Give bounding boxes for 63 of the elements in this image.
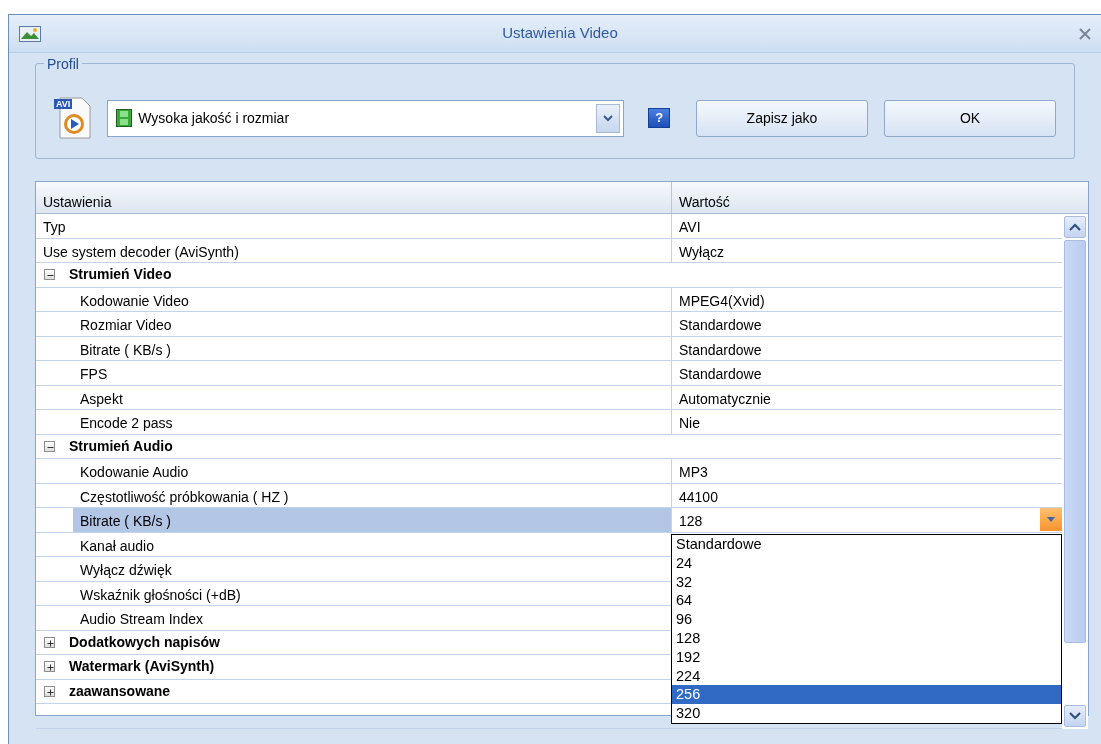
dropdown-option[interactable]: 224	[672, 666, 1061, 686]
profile-dropdown[interactable]: Wysoka jakość i rozmiar	[107, 99, 625, 137]
ok-button[interactable]: OK	[884, 99, 1056, 137]
save-as-button[interactable]: Zapisz jako	[696, 99, 868, 137]
dropdown-option[interactable]: 32	[672, 572, 1061, 592]
chevron-up-icon[interactable]	[1069, 223, 1081, 231]
property-label[interactable]: Use system decoder (AviSynth)	[36, 238, 671, 263]
dropdown-option[interactable]: 192	[672, 647, 1061, 667]
group-label: zaawansowane	[69, 681, 171, 701]
property-label[interactable]: Rozmiar Video	[73, 312, 671, 336]
group-label: Watermark (AviSynth)	[69, 657, 215, 677]
help-button[interactable]: ?	[648, 108, 670, 128]
property-value: Automatycznie	[679, 389, 771, 409]
property-value: AVI	[679, 218, 701, 237]
property-label[interactable]: FPS	[73, 361, 671, 385]
property-label[interactable]: Kodowanie Audio	[73, 459, 671, 483]
expander-icon[interactable]	[44, 440, 55, 452]
property-label[interactable]: Wskaźnik głośności (+dB)	[73, 581, 671, 606]
film-icon	[116, 109, 133, 127]
close-icon[interactable]	[1079, 27, 1091, 40]
property-value: 128	[679, 512, 703, 531]
expander-icon[interactable]	[44, 685, 55, 697]
app-icon	[19, 25, 41, 42]
expander-icon[interactable]	[44, 636, 55, 648]
property-value: Nie	[679, 414, 700, 433]
property-label[interactable]: Encode 2 pass	[73, 410, 671, 434]
caret-icon	[1047, 517, 1055, 522]
scroll-thumb[interactable]	[1064, 240, 1086, 643]
dropdown-option[interactable]: 320	[672, 704, 1061, 723]
property-label[interactable]: Kodowanie Video	[73, 287, 671, 312]
column-header: Wartość	[671, 182, 1088, 213]
dropdown-option[interactable]: 128	[672, 629, 1061, 648]
expander-icon[interactable]	[44, 661, 55, 673]
group-label: Strumień Audio	[69, 436, 173, 456]
property-label[interactable]: Aspekt	[73, 385, 671, 410]
dropdown-button[interactable]	[1040, 508, 1062, 531]
property-value: Wyłącz	[679, 242, 724, 262]
property-label[interactable]: Bitrate ( KB/s )	[73, 336, 671, 361]
expander-icon[interactable]	[44, 269, 55, 281]
group-label: Strumień Video	[69, 265, 172, 285]
chevron-down-icon	[603, 114, 614, 122]
dropdown-option[interactable]: 24	[672, 553, 1061, 573]
property-label[interactable]: Kanał audio	[73, 532, 671, 557]
window-title: Ustawienia Video	[501, 23, 619, 44]
property-label[interactable]: Wyłącz dźwięk	[73, 557, 671, 581]
property-value: MP3	[679, 463, 708, 482]
column-header: Ustawienia	[42, 193, 113, 212]
group-label: Dodatkowych napisów	[69, 632, 220, 652]
dropdown-option[interactable]: 64	[672, 591, 1061, 611]
selected-row-label[interactable]: Bitrate ( KB/s )	[73, 508, 671, 532]
property-label[interactable]: Audio Stream Index	[73, 606, 671, 630]
dropdown-option[interactable]: Standardowe	[672, 535, 1061, 554]
dropdown-option[interactable]: 256	[672, 685, 1061, 705]
scrollbar[interactable]	[1062, 214, 1088, 729]
property-value: Standardowe	[679, 365, 762, 384]
property-label[interactable]: Typ	[36, 214, 671, 238]
property-value: 44100	[679, 487, 718, 507]
property-label[interactable]: Częstotliwość próbkowania ( HZ )	[73, 483, 671, 508]
property-value: Standardowe	[679, 316, 762, 335]
property-value: MPEG4(Xvid)	[679, 291, 765, 311]
property-value: Standardowe	[679, 340, 762, 360]
chevron-down-icon[interactable]	[1069, 711, 1081, 720]
dropdown-option[interactable]: 96	[672, 610, 1061, 629]
